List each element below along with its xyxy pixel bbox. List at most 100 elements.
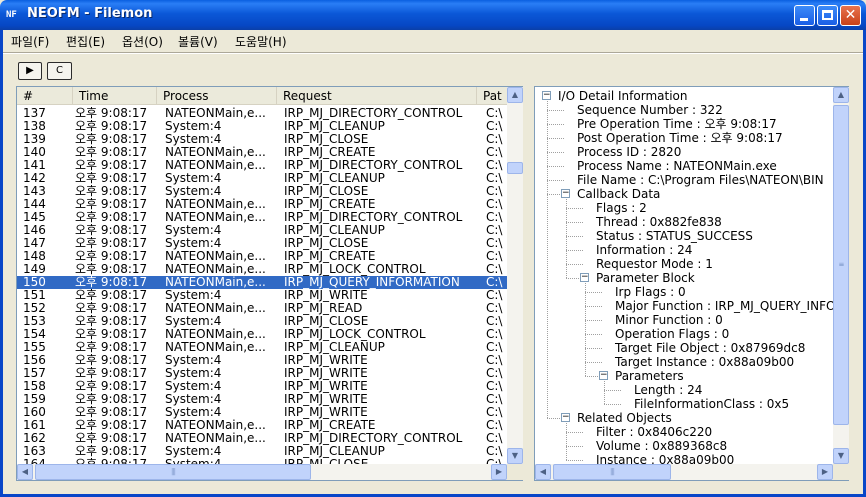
- table-row[interactable]: 139 오후 9:08:17 System:4 IRP_MJ_CLOSE C:\: [17, 133, 507, 146]
- table-row[interactable]: 149 오후 9:08:17 NATEONMain,e... IRP_MJ_LOCK_…: [17, 263, 507, 276]
- tree-node[interactable]: Volume : 0x889368c8: [596, 439, 727, 453]
- table-row[interactable]: 162 오후 9:08:17 NATEONMain,e... IRP_MJ_DIREC…: [17, 432, 507, 445]
- table-row-selected[interactable]: 150 오후 9:08:17 NATEONMain,e... IRP_MJ_QUERY…: [17, 276, 507, 289]
- table-row[interactable]: 153 오후 9:08:17 System:4 IRP_MJ_CLOSE C:\: [17, 315, 507, 328]
- maximize-button[interactable]: [817, 5, 838, 26]
- table-row[interactable]: 143 오후 9:08:17 System:4 IRP_MJ_CLOSE C:\: [17, 185, 507, 198]
- table-row[interactable]: 146 오후 9:08:17 System:4 IRP_MJ_CLEANUP C:\: [17, 224, 507, 237]
- tree-vertical-scrollbar[interactable]: ▲ ≡ ▼: [833, 87, 849, 464]
- table-row[interactable]: 141 오후 9:08:17 NATEONMain,e... IRP_MJ_DIREC…: [17, 159, 507, 172]
- tree-node[interactable]: Filter : 0x8406c220: [596, 425, 712, 439]
- tree-node[interactable]: Minor Function : 0: [615, 313, 723, 327]
- list-vertical-scrollbar[interactable]: ▲ ▼: [507, 87, 523, 464]
- tree-connector: [566, 264, 583, 265]
- table-row[interactable]: 137 오후 9:08:17 NATEONMain,e... IRP_MJ_DIREC…: [17, 107, 507, 120]
- tree-node[interactable]: Irp Flags : 0: [615, 285, 686, 299]
- table-row[interactable]: 142 오후 9:08:17 System:4 IRP_MJ_CLEANUP C:\: [17, 172, 507, 185]
- table-row[interactable]: 151 오후 9:08:17 System:4 IRP_MJ_WRITE C:\: [17, 289, 507, 302]
- table-row[interactable]: 154 오후 9:08:17 NATEONMain,e... IRP_MJ_LOCK_…: [17, 328, 507, 341]
- menu-volume[interactable]: 볼륨(V): [178, 33, 218, 50]
- clear-button[interactable]: C: [47, 62, 72, 80]
- scroll-left-button[interactable]: ◀: [17, 464, 33, 480]
- scroll-up-button[interactable]: ▲: [507, 87, 523, 103]
- tree-collapse-toggle[interactable]: −: [561, 413, 570, 422]
- column-header-process[interactable]: Process: [157, 87, 277, 104]
- table-row[interactable]: 140 오후 9:08:17 NATEONMain,e... IRP_MJ_CREAT…: [17, 146, 507, 159]
- start-capture-button[interactable]: ▶: [18, 62, 42, 80]
- tree-node[interactable]: Sequence Number : 322: [577, 103, 723, 117]
- tree-node[interactable]: Major Function : IRP_MJ_QUERY_INFORMATIO…: [615, 299, 833, 313]
- table-row[interactable]: 144 오후 9:08:17 NATEONMain,e... IRP_MJ_CREAT…: [17, 198, 507, 211]
- tree-node[interactable]: Process Name : NATEONMain.exe: [577, 159, 777, 173]
- row-time: 오후 9:08:17: [75, 341, 148, 354]
- table-row[interactable]: 147 오후 9:08:17 System:4 IRP_MJ_CLOSE C:\: [17, 237, 507, 250]
- tree-node[interactable]: Related Objects: [577, 411, 672, 425]
- row-process: NATEONMain,e...: [165, 159, 266, 172]
- table-row[interactable]: 148 오후 9:08:17 NATEONMain,e... IRP_MJ_CREAT…: [17, 250, 507, 263]
- table-row[interactable]: 160 오후 9:08:17 System:4 IRP_MJ_WRITE C:\: [17, 406, 507, 419]
- scroll-right-button[interactable]: ▶: [491, 464, 507, 480]
- tree-node[interactable]: Flags : 2: [596, 201, 647, 215]
- table-row[interactable]: 145 오후 9:08:17 NATEONMain,e... IRP_MJ_DIREC…: [17, 211, 507, 224]
- tree-scroll-right-button[interactable]: ▶: [817, 464, 833, 480]
- tree-node[interactable]: FileInformationClass : 0x5: [634, 397, 789, 411]
- table-row[interactable]: 163 오후 9:08:17 System:4 IRP_MJ_CLEANUP C:\: [17, 445, 507, 458]
- tree-node[interactable]: Target Instance : 0x88a09b00: [615, 355, 794, 369]
- table-row[interactable]: 156 오후 9:08:17 System:4 IRP_MJ_WRITE C:\: [17, 354, 507, 367]
- menu-file[interactable]: 파일(F): [11, 33, 49, 50]
- tree-collapse-toggle[interactable]: −: [599, 371, 608, 380]
- menu-options[interactable]: 옵션(O): [122, 33, 163, 50]
- table-row[interactable]: 138 오후 9:08:17 System:4 IRP_MJ_CLEANUP C:\: [17, 120, 507, 133]
- menu-edit[interactable]: 편집(E): [66, 33, 105, 50]
- tree-node[interactable]: Target File Object : 0x87969dc8: [615, 341, 805, 355]
- row-request: IRP_MJ_CLOSE: [284, 315, 369, 328]
- close-button[interactable]: ✕: [840, 5, 861, 26]
- tree-collapse-toggle[interactable]: −: [580, 273, 589, 282]
- tree-collapse-toggle[interactable]: −: [542, 91, 551, 100]
- tree-node[interactable]: Length : 24: [634, 383, 702, 397]
- tree-node[interactable]: Status : STATUS_SUCCESS: [596, 229, 753, 243]
- tree-node[interactable]: File Name : C:\Program Files\NATEON\BIN: [577, 173, 824, 187]
- tree-node[interactable]: Process ID : 2820: [577, 145, 681, 159]
- scroll-down-button[interactable]: ▼: [507, 448, 523, 464]
- table-row[interactable]: 158 오후 9:08:17 System:4 IRP_MJ_WRITE C:\: [17, 380, 507, 393]
- tree-collapse-toggle[interactable]: −: [561, 189, 570, 198]
- list-horizontal-scrollbar[interactable]: ◀ ||| ▶: [17, 464, 507, 480]
- table-row[interactable]: 152 오후 9:08:17 NATEONMain,e... IRP_MJ_READ C…: [17, 302, 507, 315]
- tree-node[interactable]: Pre Operation Time : 오후 9:08:17: [577, 117, 777, 131]
- row-time: 오후 9:08:17: [75, 198, 148, 211]
- list-vertical-scroll-thumb[interactable]: [507, 162, 523, 174]
- tree-scroll-down-button[interactable]: ▼: [833, 448, 849, 464]
- row-time: 오후 9:08:17: [75, 250, 148, 263]
- app-icon[interactable]: NF: [6, 8, 21, 22]
- table-row[interactable]: 155 오후 9:08:17 NATEONMain,e... IRP_MJ_CLEAN…: [17, 341, 507, 354]
- title-bar[interactable]: NF NEOFM - Filemon ✕: [0, 0, 866, 30]
- tree-vertical-scroll-thumb[interactable]: ≡: [833, 105, 849, 425]
- table-row[interactable]: 157 오후 9:08:17 System:4 IRP_MJ_WRITE C:\: [17, 367, 507, 380]
- tree-node[interactable]: Information : 24: [596, 243, 692, 257]
- table-row[interactable]: 161 오후 9:08:17 NATEONMain,e... IRP_MJ_CREAT…: [17, 419, 507, 432]
- tree-node[interactable]: I/O Detail Information: [558, 89, 687, 103]
- tree-node[interactable]: Thread : 0x882fe838: [596, 215, 722, 229]
- tree-scroll-up-button[interactable]: ▲: [833, 87, 849, 103]
- tree-node[interactable]: Operation Flags : 0: [615, 327, 729, 341]
- list-horizontal-scroll-thumb[interactable]: |||: [35, 464, 311, 480]
- tree-node[interactable]: Parameter Block: [596, 271, 695, 285]
- row-number: 152: [23, 302, 46, 315]
- menu-help[interactable]: 도움말(H): [235, 33, 287, 50]
- column-header-time[interactable]: Time: [73, 87, 157, 104]
- tree-node[interactable]: Post Operation Time : 오후 9:08:17: [577, 131, 783, 145]
- column-header-path[interactable]: Pat: [477, 87, 507, 104]
- tree-scroll-left-button[interactable]: ◀: [535, 464, 551, 480]
- tree-node[interactable]: Callback Data: [577, 187, 660, 201]
- row-request: IRP_MJ_WRITE: [284, 367, 368, 380]
- tree-node[interactable]: Parameters: [615, 369, 684, 383]
- column-header-number[interactable]: #: [17, 87, 73, 104]
- tree-node[interactable]: Requestor Mode : 1: [596, 257, 713, 271]
- table-row[interactable]: 159 오후 9:08:17 System:4 IRP_MJ_WRITE C:\: [17, 393, 507, 406]
- column-header-request[interactable]: Request: [277, 87, 477, 104]
- row-request: IRP_MJ_DIRECTORY_CONTROL: [284, 432, 463, 445]
- minimize-button[interactable]: [794, 5, 815, 26]
- tree-horizontal-scrollbar[interactable]: ◀ ||| ▶: [535, 464, 833, 480]
- tree-horizontal-scroll-thumb[interactable]: |||: [553, 464, 671, 480]
